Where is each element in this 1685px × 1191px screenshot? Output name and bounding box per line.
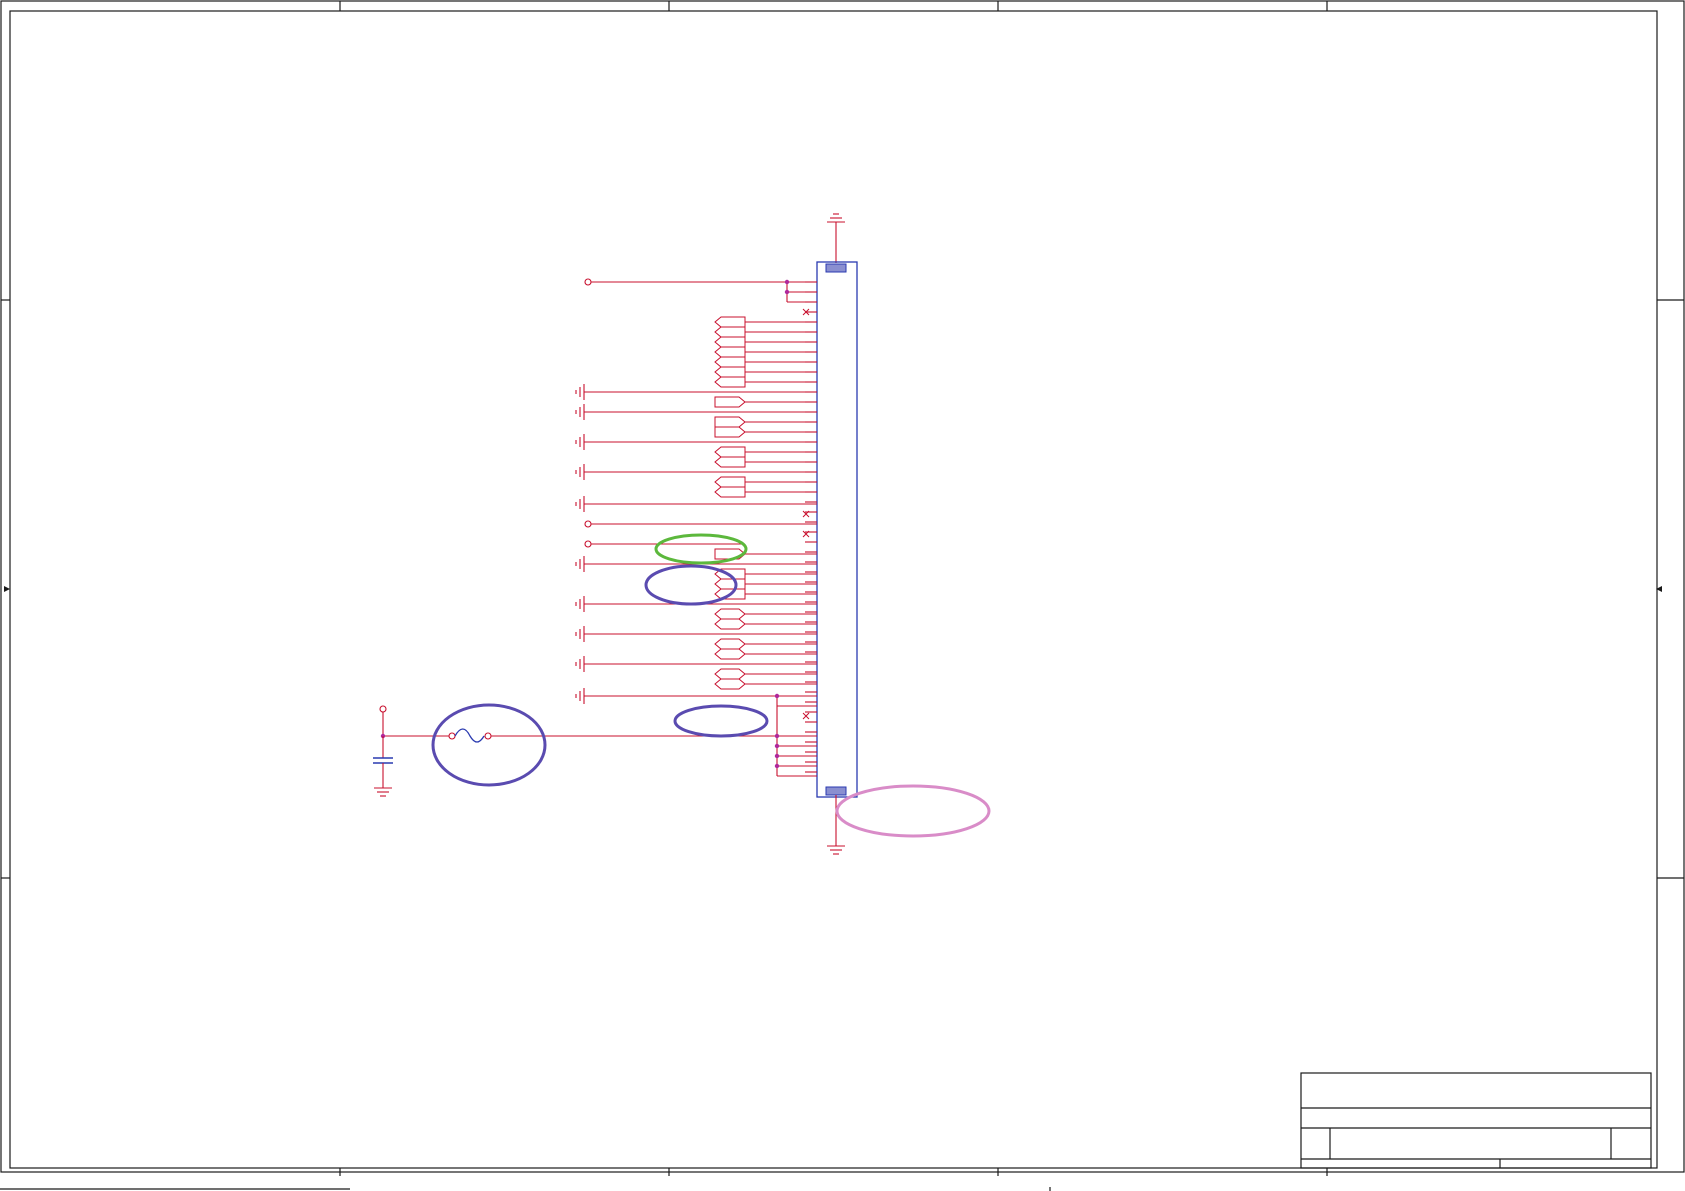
- off-page-port-icon: [714, 326, 746, 338]
- pink-highlight-ellipse: [835, 784, 991, 838]
- off-page-port-icon: [714, 648, 746, 660]
- net-label-flags: [714, 316, 817, 690]
- ground-icon: [575, 626, 585, 642]
- off-page-port-icon: [714, 316, 746, 328]
- off-page-port-icon: [714, 486, 746, 498]
- off-page-port-icon: [714, 396, 746, 408]
- off-page-port-icon: [714, 678, 746, 690]
- off-page-port-icon: [714, 638, 746, 650]
- power-net-top: [584, 278, 817, 303]
- ground-icon: [575, 464, 585, 480]
- pin-stubs: [802, 281, 817, 773]
- connector-body: [816, 261, 858, 798]
- highlight-annotations: [431, 533, 991, 838]
- off-page-port-icon: [714, 356, 746, 368]
- off-page-port-icon: [714, 346, 746, 358]
- sheet-frame: [0, 0, 1685, 1191]
- ground-icon: [575, 688, 585, 704]
- off-page-port-icon: [714, 336, 746, 348]
- ground-icon: [575, 496, 585, 512]
- capacitor-icon: [373, 736, 393, 797]
- ground-icon: [575, 404, 585, 420]
- schematic-sheet: [0, 0, 1685, 1191]
- off-page-port-icon: [714, 578, 746, 590]
- ground-icon: [575, 556, 585, 572]
- purple-highlight-ellipse-2: [673, 704, 769, 738]
- off-page-port-icon: [714, 548, 746, 560]
- fuse-icon: [448, 728, 492, 743]
- ground-icon: [575, 656, 585, 672]
- ground-icon: [575, 384, 585, 400]
- off-page-port-icon: [584, 278, 592, 286]
- ground-icon: [827, 213, 845, 263]
- ground-icon: [575, 434, 585, 450]
- off-page-port-icon: [584, 520, 592, 528]
- center-mark-left-icon: [4, 586, 10, 592]
- pad-icon: [825, 263, 847, 273]
- schematic-canvas: [0, 0, 1685, 1191]
- off-page-port-icon: [714, 668, 746, 680]
- off-page-port-icon: [714, 476, 746, 488]
- ground-icon: [575, 596, 585, 612]
- off-page-port-icon: [379, 705, 387, 713]
- off-page-port-icon: [714, 608, 746, 620]
- title-block: [1300, 1072, 1652, 1169]
- pad-icon: [825, 786, 847, 796]
- off-page-port-icon: [714, 456, 746, 468]
- off-page-port-icon: [714, 618, 746, 630]
- off-page-port-icon: [714, 426, 746, 438]
- off-page-port-icon: [714, 446, 746, 458]
- ground-icon: [827, 795, 845, 855]
- off-page-port-icon: [714, 376, 746, 388]
- off-page-port-icon: [714, 416, 746, 428]
- off-page-port-icon: [714, 366, 746, 378]
- off-page-port-icon: [584, 540, 592, 548]
- purple-highlight-ellipse-3: [431, 703, 547, 787]
- no-connect-icon: [802, 712, 810, 720]
